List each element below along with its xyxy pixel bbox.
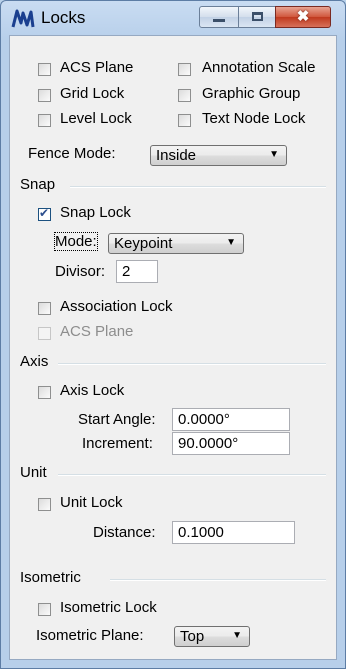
isometric-plane-label: Isometric Plane: — [36, 627, 144, 644]
distance-value: 0.1000 — [178, 524, 224, 541]
close-icon: ✖ — [296, 8, 310, 25]
divisor-input[interactable]: 2 — [116, 260, 158, 283]
divisor-label: Divisor: — [55, 263, 106, 280]
maximize-icon — [252, 12, 263, 21]
snap-section-title: Snap — [20, 176, 56, 193]
grid-lock-label[interactable]: Grid Lock — [60, 85, 124, 102]
maximize-button[interactable] — [238, 6, 276, 28]
snap-mode-label: Mode: — [54, 232, 98, 251]
snap-lock-checkbox[interactable] — [38, 206, 51, 221]
graphic-group-checkbox[interactable] — [178, 89, 191, 102]
text-node-lock-checkbox[interactable] — [178, 114, 191, 127]
window-title: Locks — [41, 8, 86, 27]
snap-divider — [70, 186, 326, 188]
minimize-button[interactable] — [199, 6, 239, 28]
unit-lock-label[interactable]: Unit Lock — [60, 494, 123, 511]
unit-divider — [58, 474, 326, 476]
isometric-plane-value: Top — [180, 628, 205, 645]
level-lock-checkbox[interactable] — [38, 114, 51, 127]
minimize-icon — [213, 19, 225, 22]
annotation-scale-label[interactable]: Annotation Scale — [202, 59, 315, 76]
snap-acs-plane-label: ACS Plane — [60, 323, 134, 340]
isometric-section-title: Isometric — [20, 569, 81, 586]
axis-section-title: Axis — [20, 353, 49, 370]
chevron-down-icon: ▼ — [269, 149, 279, 160]
snap-mode-value: Keypoint — [114, 235, 173, 252]
axis-divider — [58, 363, 326, 365]
start-angle-label: Start Angle: — [78, 411, 156, 428]
start-angle-value: 0.0000° — [178, 411, 230, 428]
distance-input[interactable]: 0.1000 — [172, 521, 295, 544]
fence-mode-value: Inside — [156, 147, 197, 164]
start-angle-input[interactable]: 0.0000° — [172, 408, 290, 431]
acs-plane-label[interactable]: ACS Plane — [60, 59, 133, 76]
axis-lock-checkbox[interactable] — [38, 386, 51, 399]
fence-mode-label: Fence Mode: — [28, 145, 116, 162]
increment-label: Increment: — [82, 435, 153, 452]
annotation-scale-checkbox[interactable] — [178, 63, 191, 76]
isometric-lock-checkbox[interactable] — [38, 603, 51, 616]
graphic-group-label[interactable]: Graphic Group — [202, 85, 300, 102]
unit-lock-checkbox[interactable] — [38, 498, 51, 511]
chevron-down-icon: ▼ — [232, 630, 242, 641]
association-lock-checkbox[interactable] — [38, 302, 51, 315]
isometric-plane-select[interactable]: Top ▼ — [174, 626, 250, 647]
locks-app-icon — [11, 9, 35, 28]
chevron-down-icon: ▼ — [226, 237, 236, 248]
close-button[interactable]: ✖ — [275, 6, 331, 28]
axis-lock-label[interactable]: Axis Lock — [60, 382, 124, 399]
grid-lock-checkbox[interactable] — [38, 89, 51, 102]
unit-section-title: Unit — [20, 464, 47, 481]
fence-mode-select[interactable]: Inside ▼ — [150, 145, 287, 166]
snap-acs-plane-checkbox[interactable] — [38, 327, 51, 340]
isometric-lock-label[interactable]: Isometric Lock — [60, 599, 157, 616]
association-lock-label[interactable]: Association Lock — [60, 298, 173, 315]
distance-label: Distance: — [93, 524, 156, 541]
divisor-value: 2 — [122, 263, 131, 280]
isometric-divider — [110, 579, 326, 581]
snap-lock-label[interactable]: Snap Lock — [60, 204, 131, 221]
text-node-lock-label[interactable]: Text Node Lock — [202, 110, 305, 127]
locks-window: Locks ✖ ACS Plane Annotation Scale Grid … — [0, 0, 346, 669]
increment-value: 90.0000° — [178, 435, 239, 452]
snap-mode-select[interactable]: Keypoint ▼ — [108, 233, 244, 254]
increment-input[interactable]: 90.0000° — [172, 432, 290, 455]
locks-panel: ACS Plane Annotation Scale Grid Lock Gra… — [9, 35, 337, 660]
title-bar[interactable]: Locks ✖ — [1, 1, 345, 35]
acs-plane-checkbox[interactable] — [38, 63, 51, 76]
level-lock-label[interactable]: Level Lock — [60, 110, 132, 127]
